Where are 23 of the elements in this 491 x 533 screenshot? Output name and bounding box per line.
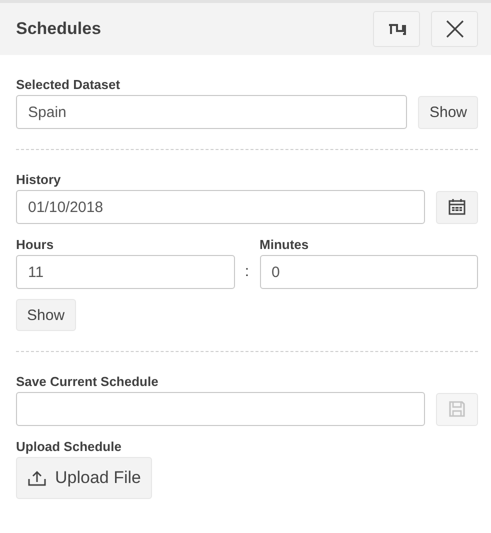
input-field[interactable] <box>16 392 425 426</box>
save-icon <box>448 400 466 418</box>
field-label: Selected Dataset <box>16 77 120 92</box>
input-field[interactable]: Spain <box>16 95 408 129</box>
upload-button[interactable]: Upload File <box>16 457 152 499</box>
time-separator: : <box>244 262 250 282</box>
show-button[interactable]: Show <box>418 96 478 128</box>
field-label: History <box>16 172 61 187</box>
close-icon <box>444 19 464 39</box>
field-label: Upload Schedule <box>16 439 122 454</box>
panel-title: Schedules <box>16 19 102 39</box>
input-field[interactable]: 0 <box>260 255 478 289</box>
calendar-icon <box>448 198 466 216</box>
field-label: Minutes <box>260 237 309 252</box>
field-label: Save Current Schedule <box>16 374 158 389</box>
show-button[interactable]: Show <box>16 299 76 331</box>
field-label: Hours <box>16 237 54 252</box>
date-field[interactable]: 01/10/2018 <box>16 190 425 224</box>
close-button[interactable] <box>431 11 478 47</box>
detach-button[interactable] <box>373 11 420 47</box>
calendar-button[interactable] <box>436 190 478 224</box>
input-field[interactable]: 11 <box>16 255 234 289</box>
upload-icon <box>28 470 46 486</box>
